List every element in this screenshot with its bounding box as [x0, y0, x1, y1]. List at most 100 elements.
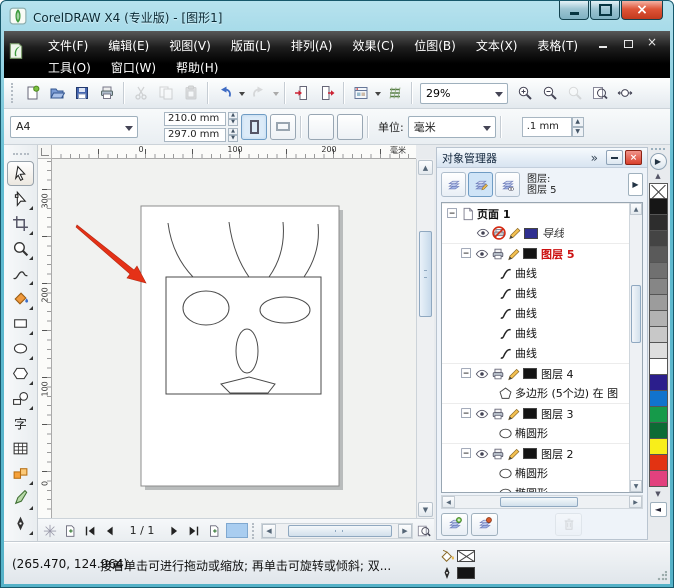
- page-tab-1[interactable]: [226, 523, 248, 538]
- redo-button-dropdown[interactable]: [271, 81, 280, 106]
- tree-row-layer-2[interactable]: 图层 2: [442, 443, 629, 463]
- canvas-vertical-scrollbar[interactable]: ▲ ▼: [416, 159, 434, 518]
- outline-tool[interactable]: [7, 511, 34, 536]
- tree-row-curve-4[interactable]: 曲线: [442, 323, 629, 343]
- visibility-eye-icon[interactable]: [476, 226, 490, 240]
- palette-swatch-yellow[interactable]: [649, 439, 668, 455]
- palette-swatch-blue[interactable]: [649, 375, 668, 391]
- add-page-after-button[interactable]: [204, 521, 224, 540]
- paper-height-field[interactable]: 297.0 mm: [164, 128, 226, 142]
- new-master-layer-button[interactable]: [471, 513, 498, 536]
- palette-swatch-10-percent-black[interactable]: [649, 343, 668, 359]
- ruler-origin[interactable]: [38, 145, 52, 159]
- palette-swatch-cyan-blue[interactable]: [649, 391, 668, 407]
- polygon-tool[interactable]: [7, 361, 34, 386]
- show-object-properties-button[interactable]: [441, 172, 466, 197]
- next-page-button[interactable]: [164, 521, 184, 540]
- menu-text[interactable]: 文本(X): [466, 35, 528, 56]
- docker-close-button[interactable]: [625, 150, 642, 165]
- drawing-scale-button[interactable]: [337, 114, 363, 140]
- palette-grip[interactable]: [651, 148, 665, 151]
- eyedropper-tool[interactable]: [7, 486, 34, 511]
- paper-height-spinner[interactable]: ▲▼: [228, 128, 238, 142]
- tree-row-layer-5[interactable]: 图层 5: [442, 243, 629, 263]
- edit-pencil-icon[interactable]: [507, 247, 521, 261]
- new-layer-button[interactable]: [441, 513, 468, 536]
- tree-horizontal-scrollbar[interactable]: ◀ ▶: [441, 495, 643, 509]
- tree-scroll-down-arrow[interactable]: ▼: [630, 480, 642, 492]
- tree-row-curve-5[interactable]: 曲线: [442, 343, 629, 363]
- layer-color-swatch[interactable]: [523, 248, 537, 259]
- tree-row-curve-2[interactable]: 曲线: [442, 283, 629, 303]
- smart-fill-tool[interactable]: [7, 286, 34, 311]
- add-page-before-button[interactable]: [60, 521, 80, 540]
- edit-pencil-icon[interactable]: [508, 226, 522, 240]
- print-button[interactable]: [94, 81, 119, 106]
- layout-all-pages-button[interactable]: [308, 114, 334, 140]
- basic-shapes-tool[interactable]: [7, 386, 34, 411]
- save-button[interactable]: [69, 81, 94, 106]
- expand-icon[interactable]: [460, 447, 473, 460]
- cut-button[interactable]: [128, 81, 153, 106]
- tree-scroll-up-arrow[interactable]: ▲: [630, 203, 642, 215]
- tree-row-ellipse-1[interactable]: 椭圆形: [442, 423, 629, 443]
- title-bar[interactable]: CorelDRAW X4 (专业版) - [图形1]: [1, 1, 673, 31]
- palette-swatch-40-percent-black[interactable]: [649, 295, 668, 311]
- print-disabled-icon[interactable]: [492, 226, 506, 240]
- units-combo[interactable]: 毫米: [408, 116, 496, 138]
- paper-width-field[interactable]: 210.0 mm: [164, 112, 226, 126]
- tree-row-layer-4[interactable]: 图层 4: [442, 363, 629, 383]
- visibility-eye-icon[interactable]: [475, 367, 489, 381]
- outline-color-swatch[interactable]: [457, 567, 475, 579]
- tree-row-polygon-1[interactable]: 多边形 (5个边) 在 图: [442, 383, 629, 403]
- palette-swatch-white[interactable]: [649, 359, 668, 375]
- print-enabled-icon[interactable]: [491, 447, 505, 461]
- nose-ellipse[interactable]: [236, 329, 258, 373]
- undo-button-dropdown[interactable]: [237, 81, 246, 106]
- fill-none-swatch[interactable]: [457, 550, 475, 562]
- left-eye-ellipse[interactable]: [183, 291, 229, 325]
- layer-color-swatch[interactable]: [523, 448, 537, 459]
- menu-bitmaps[interactable]: 位图(B): [404, 35, 466, 56]
- zoom-width-button[interactable]: [612, 81, 637, 106]
- rectangle-tool[interactable]: [7, 311, 34, 336]
- previous-page-button[interactable]: [100, 521, 120, 540]
- menu-view[interactable]: 视图(V): [159, 35, 221, 56]
- copy-button[interactable]: [153, 81, 178, 106]
- print-enabled-icon[interactable]: [491, 407, 505, 421]
- tree-row-ellipse-2[interactable]: 椭圆形: [442, 463, 629, 483]
- tree-scroll-left-arrow[interactable]: ◀: [442, 496, 455, 508]
- layer-manager-view-button[interactable]: [495, 172, 520, 197]
- horizontal-scroll-thumb[interactable]: [288, 525, 392, 537]
- print-enabled-icon[interactable]: [491, 247, 505, 261]
- palette-swatch-red[interactable]: [649, 455, 668, 471]
- right-eye-ellipse[interactable]: [260, 297, 310, 323]
- drawing-canvas[interactable]: [52, 159, 416, 518]
- open-button[interactable]: [44, 81, 69, 106]
- undo-button[interactable]: [212, 81, 237, 106]
- docker-chevron-icon[interactable]: »: [591, 151, 598, 165]
- zoom-out-button[interactable]: [537, 81, 562, 106]
- delete-layer-button[interactable]: [555, 513, 582, 536]
- menu-tools[interactable]: 工具(O): [38, 57, 101, 78]
- docker-collapse-button[interactable]: ▶: [650, 153, 667, 170]
- docker-flyout-button[interactable]: ▶: [628, 173, 643, 196]
- canvas-horizontal-scrollbar[interactable]: ◀ ▶: [261, 523, 413, 539]
- palette-scroll-up[interactable]: ▲: [649, 172, 667, 182]
- edit-pencil-icon[interactable]: [507, 407, 521, 421]
- tree-row-guides[interactable]: 导线: [442, 223, 629, 243]
- navigator-widget-icon[interactable]: [40, 521, 60, 540]
- docker-minimize-button[interactable]: [606, 150, 623, 165]
- menu-edit[interactable]: 编辑(E): [98, 35, 159, 56]
- menu-layout[interactable]: 版面(L): [221, 35, 281, 56]
- nudge-offset-spinner[interactable]: ▲▼: [572, 117, 584, 137]
- menu-table[interactable]: 表格(T): [527, 35, 588, 56]
- palette-swatch-no-color[interactable]: [649, 183, 668, 199]
- layer-color-swatch[interactable]: [524, 228, 538, 239]
- tree-row-layer-3[interactable]: 图层 3: [442, 403, 629, 423]
- scroll-left-arrow[interactable]: ◀: [262, 524, 276, 538]
- new-button[interactable]: [19, 81, 44, 106]
- menu-arrange[interactable]: 排列(A): [281, 35, 343, 56]
- freehand-tool[interactable]: [7, 261, 34, 286]
- expand-icon[interactable]: [460, 407, 473, 420]
